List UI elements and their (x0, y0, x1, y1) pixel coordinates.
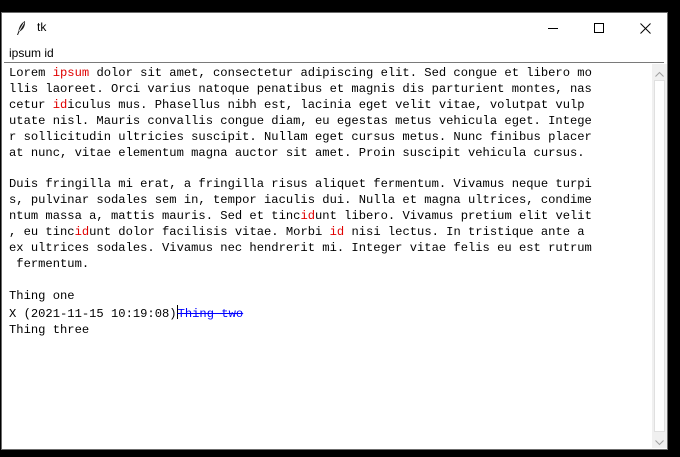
text-run: ntum massa a, mattis mauris. Sed et tinc (9, 209, 301, 224)
text-run: s, pulvinar sodales sem in, tempor iacul… (9, 193, 592, 208)
text-run: dolor sit amet, consectetur adipiscing e… (89, 66, 592, 80)
text-run: iculus mus. Phasellus nibh est, lacinia … (67, 97, 585, 112)
paragraph-1: Lorem ipsum dolor sit amet, consectetur … (9, 66, 592, 160)
scroll-thumb[interactable] (654, 80, 665, 432)
search-entry (4, 45, 664, 63)
list-item-thing-two-prefix: X (2021-11-15 10:19:08) (9, 306, 177, 321)
scroll-down-button[interactable] (652, 433, 667, 448)
close-icon (639, 22, 651, 34)
search-match: id (329, 225, 345, 240)
vertical-scrollbar[interactable] (652, 64, 667, 448)
list-item-thing-three: Thing three (9, 322, 90, 337)
search-match: id (74, 225, 90, 240)
search-match: id (300, 209, 316, 224)
text-run: r sollicitudin ultricies suscipit. Nulla… (9, 129, 592, 144)
text-run: ex ultrices sodales. Vivamus nec hendrer… (9, 240, 592, 255)
search-match: id (52, 97, 68, 112)
text-run: , eu tinc (9, 225, 75, 240)
text-run: Lorem (9, 66, 53, 80)
close-button[interactable] (622, 13, 668, 43)
paragraph-2: Duis fringilla mi erat, a fringilla risu… (9, 177, 592, 271)
search-input[interactable] (4, 45, 664, 62)
text-run: fermentum. (9, 256, 90, 271)
text-area[interactable]: Lorem ipsum dolor sit amet, consectetur … (4, 64, 652, 448)
maximize-button[interactable] (576, 13, 622, 43)
chevron-up-icon (655, 62, 664, 81)
list-item-thing-two-struck: Thing two (177, 306, 244, 321)
text-run: nisi lectus. In tristique ante a (344, 225, 585, 240)
text-run: unt libero. Vivamus pretium elit velit (315, 209, 592, 224)
text-content: Lorem ipsum dolor sit amet, consectetur … (4, 64, 652, 338)
text-run: cetur (9, 97, 53, 112)
window-title: tk (37, 20, 47, 34)
text-run: Duis fringilla mi erat, a fringilla risu… (9, 177, 592, 192)
text-run: llis laoreet. Orci varius natoque penati… (9, 81, 592, 96)
text-run: unt dolor facilisis vitae. Morbi (89, 225, 330, 240)
tk-window: tk Lorem ipsum dolor sit amet, consectet… (1, 12, 668, 450)
text-run: at nunc, vitae elementum magna auctor si… (9, 145, 585, 160)
title-bar[interactable]: tk (2, 13, 667, 43)
minimize-button[interactable] (530, 13, 576, 43)
chevron-down-icon (655, 431, 664, 450)
maximize-icon (594, 23, 604, 33)
list-item-thing-one: Thing one (9, 288, 75, 303)
minimize-icon (548, 23, 558, 33)
text-run: utate nisl. Mauris convallis congue diam… (9, 113, 592, 128)
scroll-up-button[interactable] (652, 64, 667, 79)
search-match: ipsum (52, 66, 90, 80)
feather-icon (14, 20, 30, 36)
